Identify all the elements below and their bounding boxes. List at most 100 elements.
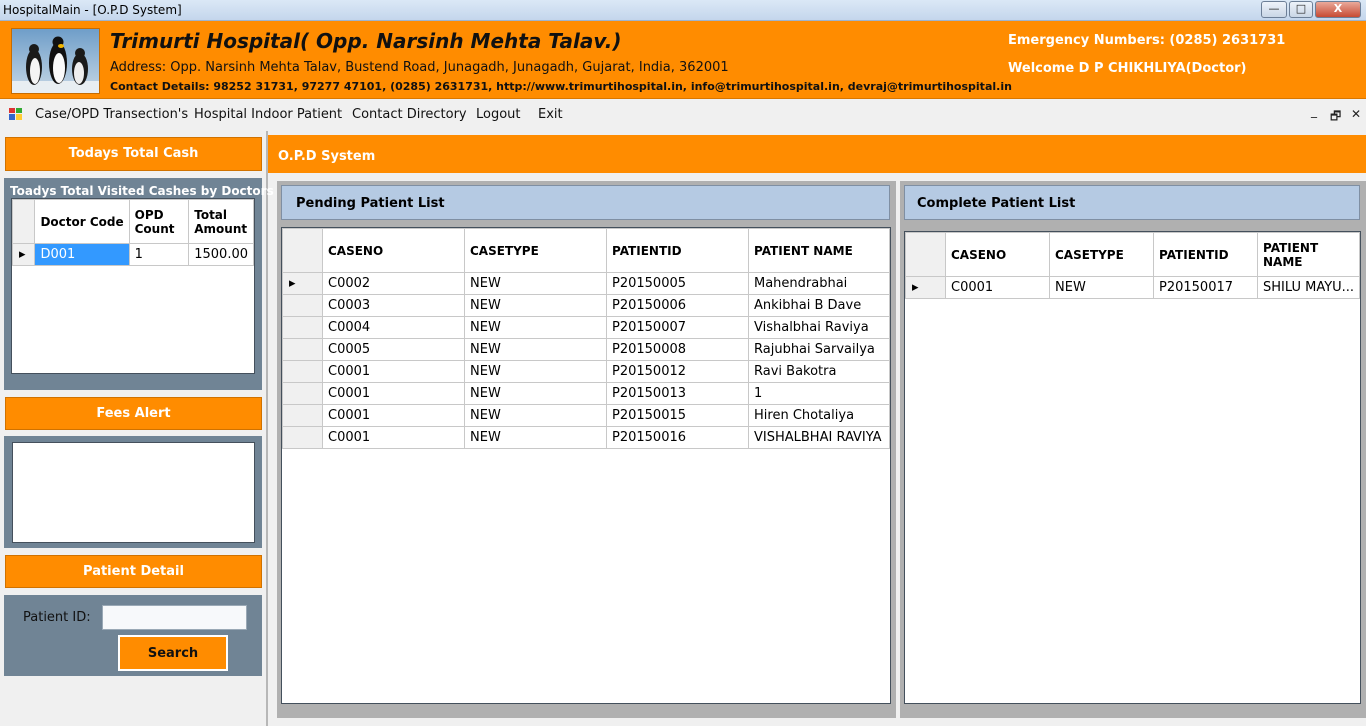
menu-hospital-indoor-patient[interactable]: Hospital Indoor Patient — [194, 107, 342, 122]
column-header-opd-count[interactable]: OPD Count — [128, 199, 190, 244]
maximize-window-button[interactable]: □ — [1289, 1, 1313, 18]
hospital-contact-details: Contact Details: 98252 31731, 97277 4710… — [110, 80, 1012, 93]
column-header-total-amount[interactable]: Total Amount — [188, 199, 254, 244]
patient-search-panel: Patient ID: Search — [4, 595, 262, 676]
table-row[interactable]: C0005 NEW P20150008 Rajubhai Sarvailya — [282, 338, 890, 361]
table-cell[interactable]: Ankibhai B Dave — [748, 294, 890, 317]
table-cell[interactable]: C0002 — [322, 272, 465, 295]
row-header-cell[interactable] — [282, 338, 323, 361]
table-cell[interactable]: C0001 — [322, 404, 465, 427]
table-cell[interactable]: 1 — [128, 243, 190, 266]
table-cell[interactable]: NEW — [464, 272, 607, 295]
table-row[interactable]: C0004 NEW P20150007 Vishalbhai Raviya — [282, 316, 890, 339]
search-button[interactable]: Search — [118, 635, 228, 671]
mdi-minimize-icon[interactable]: _ — [1311, 104, 1317, 118]
emergency-numbers: Emergency Numbers: (0285) 2631731 — [1008, 33, 1286, 48]
table-cell[interactable]: NEW — [464, 426, 607, 449]
column-header-caseno[interactable]: CASENO — [322, 228, 465, 273]
menu-logout[interactable]: Logout — [476, 107, 521, 122]
table-cell[interactable]: P20150012 — [606, 360, 749, 383]
fees-alert-panel — [4, 436, 262, 548]
table-cell[interactable]: NEW — [1049, 276, 1154, 299]
row-header-cell[interactable] — [282, 316, 323, 339]
table-cell[interactable]: Hiren Chotaliya — [748, 404, 890, 427]
row-selector-arrow-icon: ▸ — [282, 272, 323, 295]
table-cell[interactable]: P20150017 — [1153, 276, 1258, 299]
patient-detail-button[interactable]: Patient Detail — [5, 555, 262, 588]
table-cell[interactable]: C0005 — [322, 338, 465, 361]
menu-case-opd-transactions[interactable]: Case/OPD Transection's — [35, 107, 188, 122]
table-cell[interactable]: P20150013 — [606, 382, 749, 405]
table-cell[interactable]: Rajubhai Sarvailya — [748, 338, 890, 361]
column-header-patientid[interactable]: PATIENTID — [1153, 232, 1258, 277]
close-window-button[interactable]: X — [1315, 1, 1361, 18]
table-cell[interactable]: NEW — [464, 360, 607, 383]
mdi-restore-icon[interactable]: 🗗 — [1330, 107, 1341, 128]
patient-id-input[interactable] — [102, 605, 247, 630]
table-cell[interactable]: C0001 — [945, 276, 1050, 299]
row-header-cell[interactable] — [282, 382, 323, 405]
complete-patient-grid: CASENO CASETYPE PATIENTID PATIENT NAME ▸… — [904, 231, 1361, 704]
complete-patient-panel: Complete Patient List CASENO CASETYPE PA… — [900, 181, 1366, 718]
table-cell[interactable]: P20150005 — [606, 272, 749, 295]
table-row[interactable]: ▸ D001 1 1500.00 — [11, 243, 254, 266]
column-header-casetype[interactable]: CASETYPE — [464, 228, 607, 273]
table-cell[interactable]: NEW — [464, 316, 607, 339]
table-row[interactable]: C0001 NEW P20150015 Hiren Chotaliya — [282, 404, 890, 427]
table-cell[interactable]: Ravi Bakotra — [748, 360, 890, 383]
hospital-address: Address: Opp. Narsinh Mehta Talav, Buste… — [110, 60, 729, 75]
column-header-casetype[interactable]: CASETYPE — [1049, 232, 1154, 277]
table-cell[interactable]: P20150016 — [606, 426, 749, 449]
window-title: HospitalMain - [O.P.D System] — [3, 3, 182, 17]
minimize-window-button[interactable]: — — [1261, 1, 1287, 18]
row-header-cell[interactable] — [282, 404, 323, 427]
table-cell[interactable]: P20150008 — [606, 338, 749, 361]
fees-alert-button[interactable]: Fees Alert — [5, 397, 262, 430]
table-cell[interactable]: C0001 — [322, 426, 465, 449]
fees-alert-list[interactable] — [12, 442, 255, 543]
table-row[interactable]: C0001 NEW P20150012 Ravi Bakotra — [282, 360, 890, 383]
table-cell[interactable]: P20150007 — [606, 316, 749, 339]
menu-contact-directory[interactable]: Contact Directory — [352, 107, 467, 122]
penguin-logo-image — [11, 28, 100, 94]
grid-corner-cell — [282, 228, 323, 273]
column-header-patient-name[interactable]: PATIENT NAME — [1257, 232, 1360, 277]
column-header-patient-name[interactable]: PATIENT NAME — [748, 228, 890, 273]
table-row[interactable]: ▸ C0001 NEW P20150017 SHILU MAYU... — [905, 276, 1360, 299]
table-cell[interactable]: P20150006 — [606, 294, 749, 317]
table-cell[interactable]: NEW — [464, 338, 607, 361]
table-cell[interactable]: 1500.00 — [188, 243, 254, 266]
table-cell[interactable]: NEW — [464, 294, 607, 317]
table-cell[interactable]: D001 — [34, 243, 130, 266]
table-cell[interactable]: P20150015 — [606, 404, 749, 427]
pending-patient-panel: Pending Patient List CASENO CASETYPE PAT… — [277, 181, 896, 718]
mdi-close-icon[interactable]: ✕ — [1351, 107, 1361, 121]
form-icon — [9, 108, 22, 120]
main-menu-bar: Case/OPD Transection's Hospital Indoor P… — [0, 100, 1366, 131]
menu-exit[interactable]: Exit — [538, 107, 563, 122]
column-header-patientid[interactable]: PATIENTID — [606, 228, 749, 273]
table-row[interactable]: C0001 NEW P20150016 VISHALBHAI RAVIYA — [282, 426, 890, 449]
row-header-cell[interactable] — [282, 360, 323, 383]
table-cell[interactable]: 1 — [748, 382, 890, 405]
table-cell[interactable]: Mahendrabhai — [748, 272, 890, 295]
table-cell[interactable]: C0001 — [322, 360, 465, 383]
welcome-user-text: Welcome D P CHIKHLIYA(Doctor) — [1008, 61, 1247, 76]
row-selector-arrow-icon: ▸ — [11, 243, 36, 266]
column-header-doctor-code[interactable]: Doctor Code — [34, 199, 130, 244]
table-row[interactable]: ▸ C0002 NEW P20150005 Mahendrabhai — [282, 272, 890, 295]
row-header-cell[interactable] — [282, 294, 323, 317]
table-cell[interactable]: C0001 — [322, 382, 465, 405]
table-row[interactable]: C0001 NEW P20150013 1 — [282, 382, 890, 405]
table-cell[interactable]: NEW — [464, 382, 607, 405]
table-row[interactable]: C0003 NEW P20150006 Ankibhai B Dave — [282, 294, 890, 317]
row-header-cell[interactable] — [282, 426, 323, 449]
table-cell[interactable]: VISHALBHAI RAVIYA — [748, 426, 890, 449]
table-cell[interactable]: C0003 — [322, 294, 465, 317]
table-cell[interactable]: NEW — [464, 404, 607, 427]
table-cell[interactable]: Vishalbhai Raviya — [748, 316, 890, 339]
column-header-caseno[interactable]: CASENO — [945, 232, 1050, 277]
table-cell[interactable]: C0004 — [322, 316, 465, 339]
table-cell[interactable]: SHILU MAYU... — [1257, 276, 1360, 299]
todays-total-cash-button[interactable]: Todays Total Cash — [5, 137, 262, 171]
